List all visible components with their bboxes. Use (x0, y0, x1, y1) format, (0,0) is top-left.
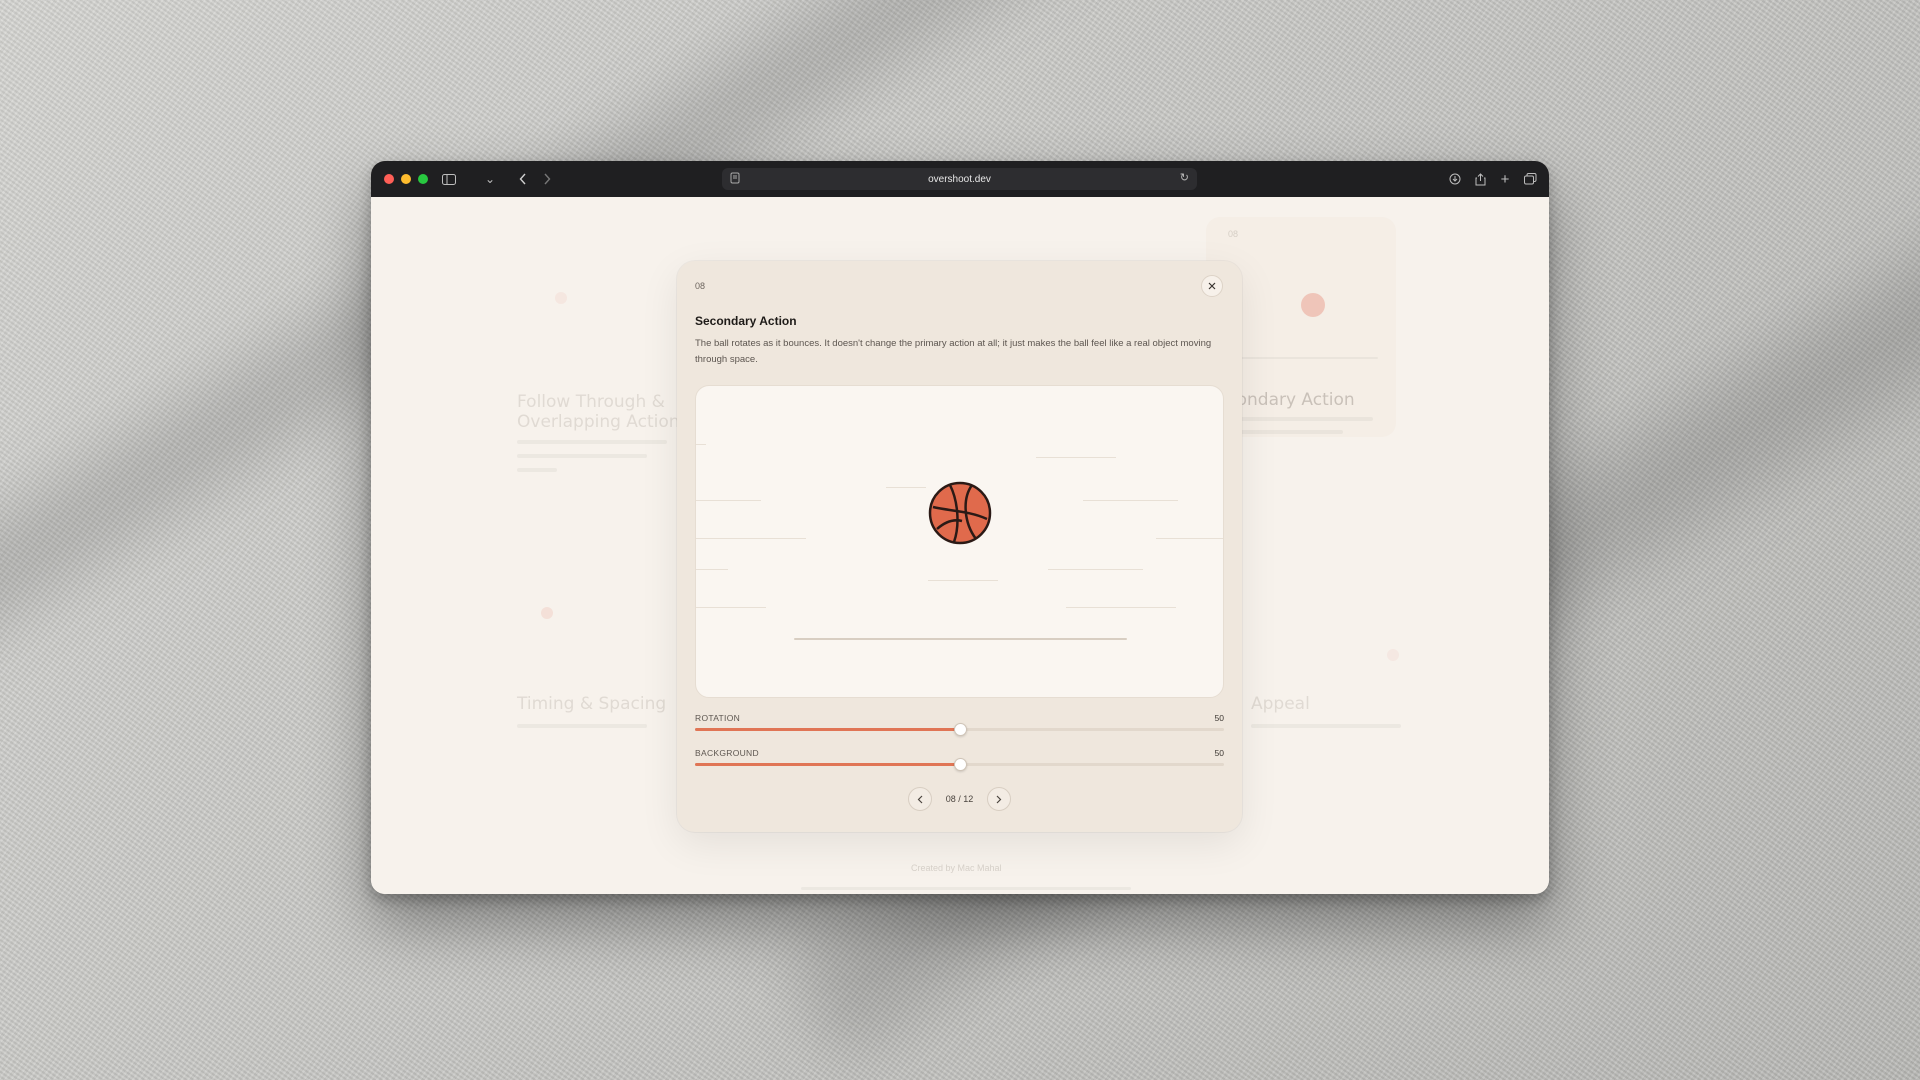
motion-streak (1156, 538, 1223, 539)
forward-arrow-icon (544, 173, 551, 185)
close-modal-button[interactable] (1201, 275, 1223, 297)
bg-card-ball (1387, 649, 1399, 661)
tabs-icon (1523, 173, 1536, 185)
motion-streak (928, 580, 998, 581)
modal-title: Secondary Action (695, 314, 797, 328)
ground-line (794, 638, 1127, 640)
tab-overview-button[interactable] (1520, 168, 1540, 190)
bg-card-ball (555, 292, 567, 304)
close-icon (1208, 282, 1216, 290)
forward-button[interactable] (537, 168, 557, 190)
bg-card-title-bottom-left: Timing & Spacing (517, 694, 667, 714)
plus-icon: + (1500, 170, 1510, 188)
bg-card-text-line (1233, 417, 1373, 421)
bg-card-title-left: Follow Through & Overlapping Action (517, 392, 680, 432)
background-slider-value: 50 (1214, 748, 1224, 758)
url-text: overshoot.dev (928, 173, 991, 185)
bg-card-text-line (1251, 724, 1401, 728)
next-page-button[interactable] (987, 787, 1012, 811)
pager: 08 / 12 (677, 787, 1242, 811)
rotation-slider-label: ROTATION (695, 713, 741, 723)
bg-card-title-bottom-right: Appeal (1251, 694, 1310, 714)
page-indicator: 08 / 12 (945, 794, 974, 804)
reload-icon[interactable]: ↻ (1180, 171, 1189, 184)
previous-page-button[interactable] (907, 787, 932, 811)
window-controls (384, 174, 428, 184)
background-slider-fill (695, 763, 960, 766)
chevron-left-icon (917, 795, 923, 803)
sidebar-icon (442, 173, 456, 185)
address-bar[interactable]: overshoot.dev ↻ (722, 168, 1197, 190)
page-footer: Created by Mac Mahal (911, 863, 1002, 873)
page-content: Follow Through & Overlapping Action 08 S… (371, 197, 1549, 894)
motion-streak (696, 538, 806, 539)
modal-description: The ball rotates as it bounces. It doesn… (695, 338, 1212, 365)
browser-titlebar: ⌄ overshoot.dev ↻ + (371, 161, 1549, 197)
bg-card-divider (1228, 357, 1378, 359)
maximize-window-button[interactable] (418, 174, 428, 184)
browser-window: ⌄ overshoot.dev ↻ + Follow Through & Ove… (371, 161, 1549, 894)
bg-card-text-line (517, 468, 557, 472)
background-slider-label: BACKGROUND (695, 748, 759, 758)
sidebar-toggle-button[interactable] (439, 168, 459, 190)
bg-card-text-line (517, 454, 647, 458)
background-slider-thumb[interactable] (953, 758, 967, 771)
page-settings-icon[interactable] (730, 172, 740, 187)
motion-streak (696, 500, 761, 501)
new-tab-button[interactable]: + (1495, 168, 1515, 190)
back-arrow-icon (519, 173, 526, 185)
bg-card-text-line (517, 724, 647, 728)
motion-streak (1083, 500, 1178, 501)
background-slider[interactable] (695, 758, 1224, 771)
motion-streak (696, 607, 766, 608)
rotation-slider-fill (695, 728, 960, 731)
downloads-button[interactable] (1445, 168, 1465, 190)
basketball-icon (928, 481, 992, 545)
motion-streak (1036, 457, 1116, 458)
bg-card-ball-right (1301, 293, 1325, 317)
share-button[interactable] (1470, 168, 1490, 190)
back-button[interactable] (513, 168, 533, 190)
chevron-down-icon: ⌄ (484, 172, 496, 186)
principle-modal: 08 Secondary Action The ball rotates as … (677, 261, 1242, 832)
close-window-button[interactable] (384, 174, 394, 184)
motion-streak (1066, 607, 1176, 608)
download-icon (1449, 173, 1461, 185)
rotation-slider-thumb[interactable] (953, 723, 967, 736)
motion-streak (696, 569, 728, 570)
motion-streak (696, 444, 706, 445)
chevron-right-icon (996, 795, 1002, 803)
bg-card-ball (541, 607, 553, 619)
bg-card-text-line (1233, 430, 1343, 434)
footer-links (801, 887, 1131, 890)
modal-number: 08 (695, 281, 706, 291)
bg-card-number: 08 (1228, 229, 1239, 239)
motion-streak (886, 487, 926, 488)
animation-stage (695, 385, 1224, 698)
minimize-window-button[interactable] (401, 174, 411, 184)
bg-card-text-line (517, 440, 667, 444)
share-icon (1475, 172, 1485, 185)
rotation-slider[interactable] (695, 723, 1224, 736)
rotation-slider-value: 50 (1214, 713, 1224, 723)
motion-streak (1048, 569, 1143, 570)
tab-group-dropdown[interactable]: ⌄ (483, 168, 497, 190)
